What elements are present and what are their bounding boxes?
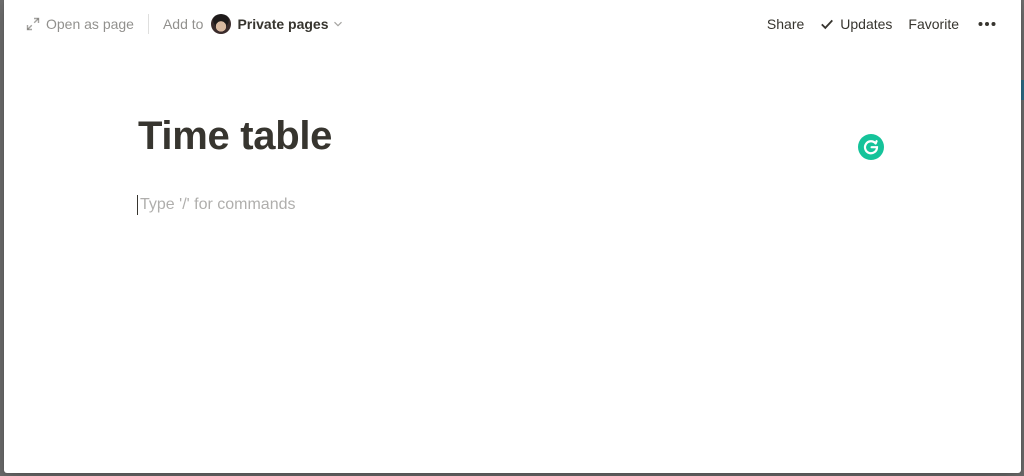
open-as-page-label: Open as page: [46, 16, 134, 32]
block-placeholder: Type '/' for commands: [140, 196, 296, 213]
more-horizontal-icon: [978, 22, 996, 26]
page-title[interactable]: Time table: [138, 114, 332, 159]
avatar: [211, 14, 232, 34]
grammarly-g-icon: [863, 140, 879, 155]
share-label: Share: [766, 16, 805, 32]
favorite-label: Favorite: [908, 16, 959, 32]
page-peek-modal: Open as page Add to Private pages Share …: [4, 0, 1021, 473]
more-options-button[interactable]: [967, 10, 1005, 38]
updates-button[interactable]: Updates: [812, 10, 900, 38]
updates-label: Updates: [840, 16, 893, 32]
text-caret: [137, 195, 138, 215]
workspace-label: Private pages: [237, 16, 329, 32]
add-to-button[interactable]: Add to Private pages: [159, 10, 347, 38]
grammarly-icon[interactable]: [858, 134, 884, 160]
share-button[interactable]: Share: [759, 10, 812, 38]
topbar-left: Open as page Add to Private pages: [4, 0, 347, 48]
modal-topbar: Open as page Add to Private pages Share …: [4, 0, 1021, 48]
favorite-button[interactable]: Favorite: [900, 10, 967, 38]
open-in-full-icon: [26, 17, 40, 31]
topbar-divider: [147, 14, 149, 34]
check-icon: [821, 19, 834, 30]
empty-block[interactable]: Type '/' for commands: [137, 195, 296, 215]
topbar-right: Share Updates Favorite: [759, 0, 1021, 48]
add-to-label: Add to: [162, 16, 204, 32]
chevron-down-icon: [333, 21, 342, 27]
open-as-page-button[interactable]: Open as page: [22, 10, 138, 38]
